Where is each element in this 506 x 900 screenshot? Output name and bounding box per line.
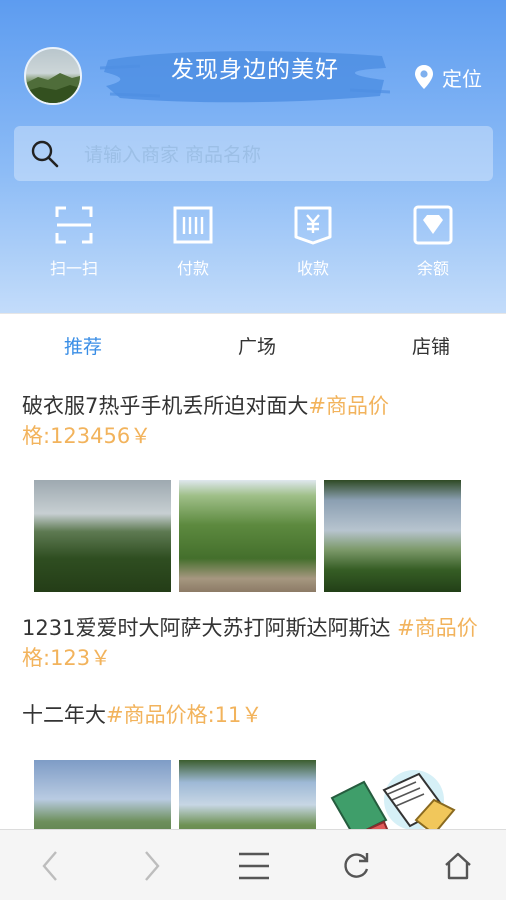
tab-bar: 推荐 广场 店铺 [0, 313, 506, 375]
post-image[interactable] [179, 480, 316, 592]
scan-label: 扫一扫 [49, 259, 98, 278]
avatar-image [26, 73, 80, 103]
refresh-button[interactable] [334, 844, 378, 888]
diamond-icon [413, 205, 453, 245]
browser-toolbar [0, 829, 506, 900]
post-title-text: 破衣服7热乎手机丢所迫对面大 [22, 394, 309, 418]
search-input[interactable]: 请输入商家 商品名称 [14, 126, 493, 181]
tab-recommend[interactable]: 推荐 [64, 332, 102, 359]
scan-icon [55, 206, 93, 244]
balance-label: 余额 [416, 259, 449, 278]
post-title[interactable]: 破衣服7热乎手机丢所迫对面大#商品价格:123456￥ [22, 391, 484, 451]
avatar[interactable] [24, 47, 82, 105]
barcode-icon [173, 206, 213, 244]
home-button[interactable] [436, 844, 480, 888]
location-pin-icon [415, 65, 433, 89]
refresh-icon [344, 853, 369, 878]
receive-label: 收款 [296, 259, 329, 278]
quick-actions: 扫一扫 付款 收款 余额 [0, 205, 506, 285]
scan-button[interactable]: 扫一扫 [14, 205, 134, 279]
forward-button[interactable] [130, 844, 174, 888]
tab-shops[interactable]: 店铺 [412, 332, 450, 359]
receive-button[interactable]: 收款 [253, 205, 373, 279]
menu-icon [239, 852, 269, 880]
forward-icon [145, 851, 160, 881]
pay-label: 付款 [176, 259, 209, 278]
back-button[interactable] [28, 844, 72, 888]
post-title-text: 十二年大 [22, 703, 106, 727]
tab-square[interactable]: 广场 [238, 332, 276, 359]
search-icon [31, 140, 59, 167]
post-title[interactable]: 十二年大#商品价格:11￥ [22, 700, 484, 730]
header: 发现身边的美好 定位 请输入商家 商品名称 扫一扫 付款 收款 余额 [0, 0, 506, 313]
back-icon [42, 851, 57, 881]
pay-button[interactable]: 付款 [133, 205, 253, 279]
post-image[interactable] [324, 480, 461, 592]
post-title[interactable]: 1231爱爱时大阿萨大苏打阿斯达阿斯达 #商品价格:123￥ [22, 613, 484, 673]
post-title-text: 1231爱爱时大阿萨大苏打阿斯达阿斯达 [22, 616, 398, 640]
balance-button[interactable]: 余额 [373, 205, 493, 279]
location-label: 定位 [442, 66, 482, 91]
post-image[interactable] [34, 480, 171, 592]
menu-button[interactable] [232, 844, 276, 888]
home-icon [445, 852, 471, 880]
slogan: 发现身边的美好 [171, 57, 339, 83]
yen-receipt-icon [294, 206, 332, 245]
search-placeholder: 请输入商家 商品名称 [84, 144, 262, 166]
post-price: #商品价格:11￥ [106, 703, 263, 727]
location-button[interactable]: 定位 [414, 62, 482, 92]
